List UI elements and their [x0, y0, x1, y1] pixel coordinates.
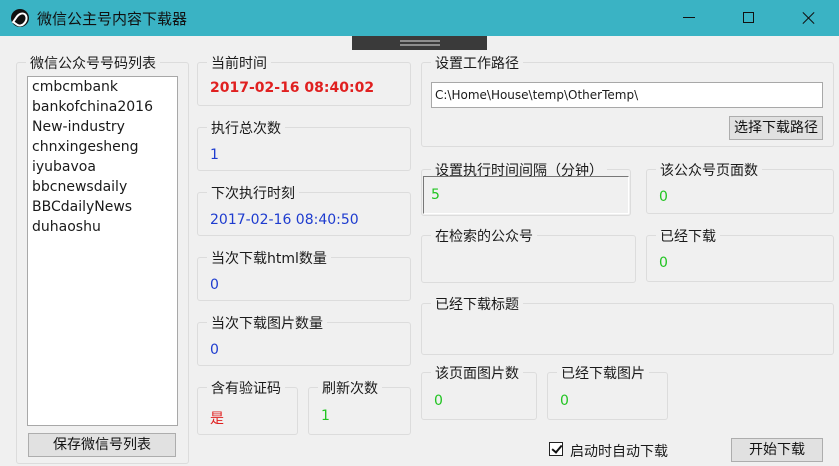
account-list[interactable]: cmbcmbank bankofchina2016 New-industry chnx… [27, 76, 178, 426]
window-title: 微信公主号内容下载器 [37, 10, 188, 28]
maximize-button[interactable] [719, 0, 779, 36]
downloaded-group: 已经下载 0 [646, 226, 834, 282]
total-runs-value: 1 [210, 147, 219, 163]
start-download-button[interactable]: 开始下载 [731, 438, 823, 462]
searching-group: 在检索的公众号 [421, 226, 636, 283]
refresh-group: 刷新次数 1 [308, 378, 411, 435]
list-item[interactable]: iyubavoa [28, 157, 177, 177]
searching-label: 在检索的公众号 [431, 226, 537, 246]
workpath-label: 设置工作路径 [431, 53, 523, 73]
current-time-group: 当前时间 2017-02-16 08:40:02 [197, 53, 411, 106]
list-item[interactable]: New-industry [28, 117, 177, 137]
next-run-group: 下次执行时刻 2017-02-16 08:40:50 [197, 183, 411, 236]
list-item[interactable]: cmbcmbank [28, 77, 177, 97]
page-count-label: 该公众号页面数 [656, 160, 762, 180]
workpath-input[interactable]: C:\Home\House\temp\OtherTemp\ [431, 82, 823, 108]
html-count-label: 当次下载html数量 [207, 248, 331, 268]
close-icon [802, 11, 816, 25]
minimize-button[interactable] [659, 0, 719, 36]
close-button[interactable] [779, 0, 839, 36]
total-runs-label: 执行总次数 [207, 118, 285, 138]
interval-input[interactable]: 5 [423, 176, 629, 214]
downloaded-value: 0 [659, 255, 668, 271]
interval-value: 5 [431, 187, 440, 203]
captcha-value: 是 [210, 411, 224, 427]
page-images-value: 0 [434, 393, 443, 409]
list-item[interactable]: bankofchina2016 [28, 97, 177, 117]
refresh-label: 刷新次数 [318, 378, 382, 398]
maximize-icon [743, 12, 754, 23]
autostart-label: 启动时自动下载 [570, 444, 668, 460]
refresh-value: 1 [321, 408, 330, 424]
total-runs-group: 执行总次数 1 [197, 118, 411, 171]
title-bar: 微信公主号内容下载器 [0, 0, 839, 36]
current-time-value: 2017-02-16 08:40:02 [210, 80, 375, 96]
autostart-checkbox[interactable] [549, 442, 563, 456]
next-run-value: 2017-02-16 08:40:50 [210, 212, 359, 228]
list-item[interactable]: chnxingesheng [28, 137, 177, 157]
downloaded-title-group: 已经下载标题 [421, 294, 834, 355]
page-count-value: 0 [659, 189, 668, 205]
list-item[interactable]: bbcnewsdaily [28, 177, 177, 197]
html-count-value: 0 [210, 277, 219, 293]
save-list-button[interactable]: 保存微信号列表 [28, 433, 176, 457]
next-run-label: 下次执行时刻 [207, 183, 299, 203]
downloaded-title-label: 已经下载标题 [431, 294, 523, 314]
captcha-label: 含有验证码 [207, 378, 285, 398]
image-count-value: 0 [210, 342, 219, 358]
html-count-group: 当次下载html数量 0 [197, 248, 411, 301]
page-images-group: 该页面图片数 0 [421, 363, 537, 420]
list-item[interactable]: BBCdailyNews [28, 197, 177, 217]
page-images-label: 该页面图片数 [431, 363, 523, 383]
captcha-group: 含有验证码 是 [197, 378, 298, 435]
downloaded-label: 已经下载 [656, 226, 720, 246]
app-icon [11, 9, 29, 27]
current-time-label: 当前时间 [207, 53, 271, 73]
drag-handle[interactable] [352, 36, 487, 50]
list-item[interactable]: duhaoshu [28, 217, 177, 237]
page-count-group: 该公众号页面数 0 [646, 160, 834, 214]
downloaded-images-value: 0 [560, 393, 569, 409]
minimize-icon [683, 17, 695, 18]
downloaded-images-group: 已经下载图片 0 [547, 363, 668, 420]
downloaded-images-label: 已经下载图片 [557, 363, 649, 383]
choose-path-button[interactable]: 选择下载路径 [729, 116, 823, 140]
image-count-label: 当次下载图片数量 [207, 313, 327, 333]
image-count-group: 当次下载图片数量 0 [197, 313, 411, 366]
account-list-label: 微信公众号号码列表 [26, 53, 160, 73]
